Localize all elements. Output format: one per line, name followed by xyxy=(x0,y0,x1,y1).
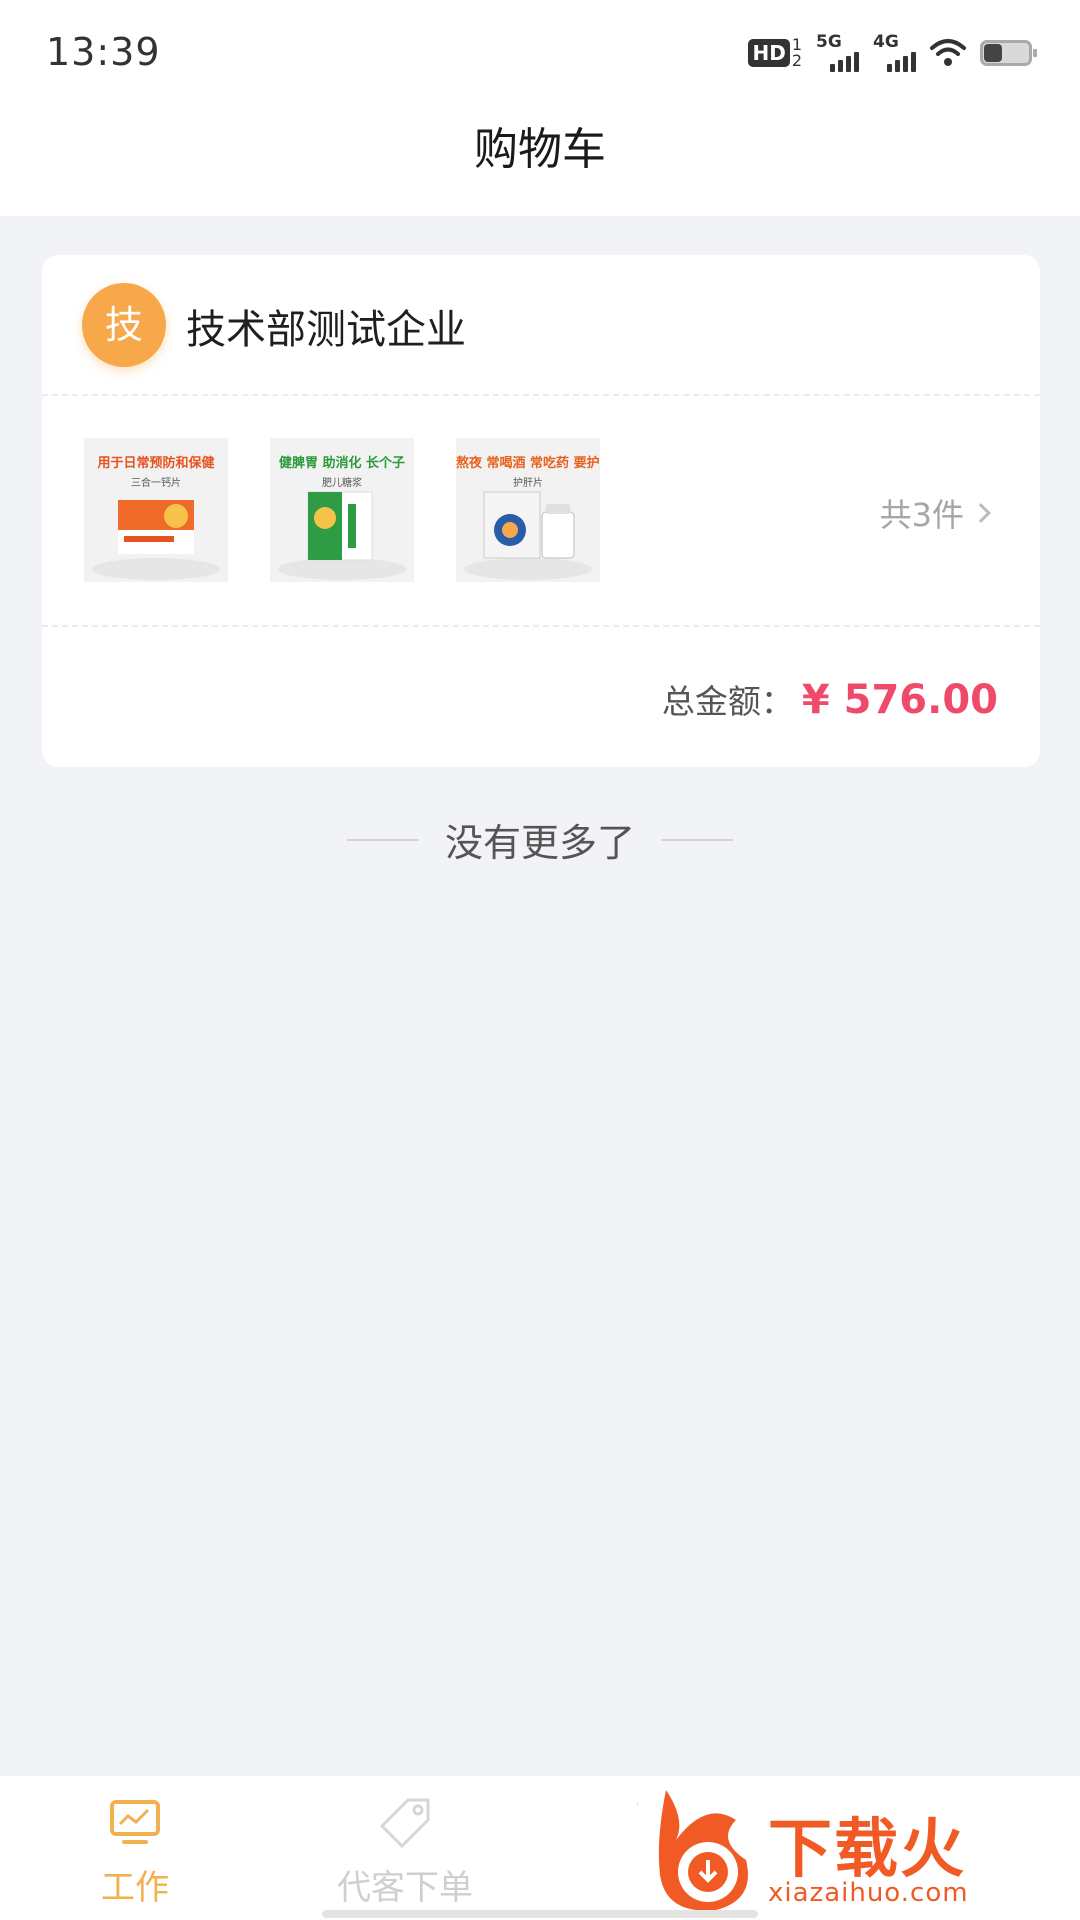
product-headline: 健脾胃 助消化 长个子 xyxy=(278,456,406,471)
product-box-image xyxy=(483,491,575,559)
net-label-4g: 4G xyxy=(873,32,899,52)
hd-sub-bottom: 2 xyxy=(791,51,802,70)
status-time: 13:39 xyxy=(46,30,161,74)
shop-header[interactable]: 技 技术部测试企业 xyxy=(42,255,1040,395)
tag-icon xyxy=(379,1798,430,1849)
product-thumb[interactable]: 用于日常预防和保健 三合一钙片 xyxy=(84,438,228,582)
tab-agent-order[interactable]: 代客下单 xyxy=(305,1796,505,1909)
tab-label: 代客下单 xyxy=(337,1868,473,1908)
flame-logo-icon xyxy=(658,1790,748,1911)
product-thumb[interactable]: 熬夜 常喝酒 常吃药 要护肝 护肝片 xyxy=(456,438,600,582)
divider-line xyxy=(661,838,733,841)
product-headline: 熬夜 常喝酒 常吃药 要护肝 xyxy=(456,456,600,471)
watermark-logo: 下载火 xiazaihuo.com xyxy=(638,1780,1080,1920)
product-subline: 三合一钙片 xyxy=(131,478,181,489)
wifi-icon xyxy=(930,39,966,66)
total-row: 总金额： ¥ 576.00 xyxy=(662,675,998,723)
signal-4g-icon: 4G xyxy=(873,32,916,72)
page-title: 购物车 xyxy=(474,124,606,175)
product-thumbnails[interactable]: 用于日常预防和保健 三合一钙片 健脾胃 助消化 长个子 肥儿糖浆 熬夜 常喝酒 … xyxy=(84,438,600,584)
product-headline: 用于日常预防和保健 xyxy=(97,456,215,471)
watermark-domain: xiazaihuo.com xyxy=(768,1878,969,1908)
status-bar: 13:39 HD 1 2 5G 4G xyxy=(0,0,1080,110)
nav-bar: 购物车 xyxy=(0,110,1080,216)
shop-name: 技术部测试企业 xyxy=(186,307,466,353)
chevron-right-icon xyxy=(971,503,991,523)
hd-label: HD xyxy=(748,39,790,67)
divider xyxy=(42,625,1040,627)
cart-group-card[interactable]: 技 技术部测试企业 用于日常预防和保健 三合一钙片 健脾胃 助消化 长个子 肥儿… xyxy=(42,255,1040,767)
item-count-link[interactable]: 共3件 xyxy=(880,490,994,536)
product-subline: 护肝片 xyxy=(513,478,543,489)
total-label: 总金额： xyxy=(661,682,794,721)
net-label-5g: 5G xyxy=(816,32,842,52)
product-box-image xyxy=(118,500,194,554)
product-box-image xyxy=(307,491,373,561)
status-icons: HD 1 2 5G 4G xyxy=(748,32,1037,74)
item-count: 共3件 xyxy=(879,496,964,534)
tab-label: 工作 xyxy=(101,1868,169,1908)
product-subline: 肥儿糖浆 xyxy=(322,478,362,489)
total-amount: ¥ 576.00 xyxy=(801,677,998,723)
monitor-icon xyxy=(110,1800,160,1844)
product-thumb[interactable]: 健脾胃 助消化 长个子 肥儿糖浆 xyxy=(270,438,414,582)
battery-icon xyxy=(980,40,1037,66)
hd-icon: HD 1 2 xyxy=(748,37,802,69)
hd-sub: 1 2 xyxy=(792,37,802,69)
watermark-brand: 下载火 xyxy=(768,1813,966,1887)
home-indicator xyxy=(322,1910,758,1918)
divider xyxy=(42,394,1040,396)
tab-work[interactable]: 工作 xyxy=(35,1796,235,1909)
list-end-text: 没有更多了 xyxy=(444,821,635,865)
signal-5g-icon: 5G xyxy=(816,32,859,72)
shop-avatar: 技 xyxy=(82,283,166,367)
list-end-indicator: 没有更多了 xyxy=(0,812,1080,867)
divider-line xyxy=(346,838,419,841)
